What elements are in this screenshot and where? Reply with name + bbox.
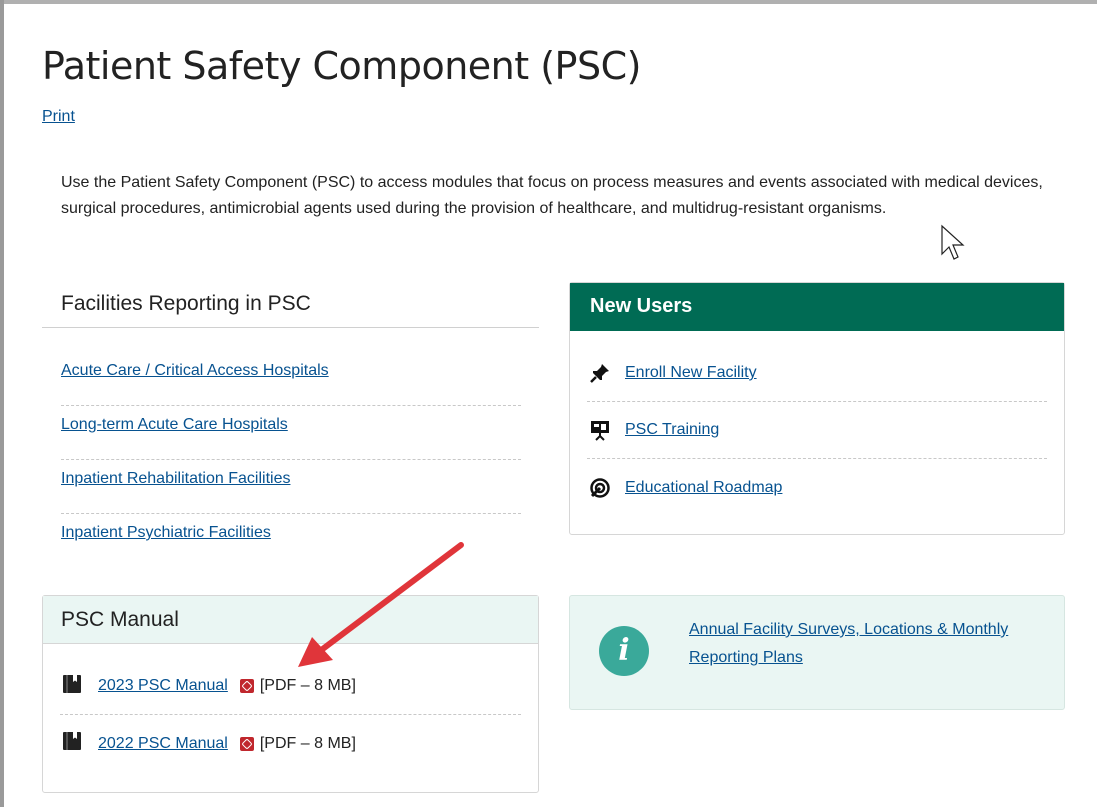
annual-surveys-card: i Annual Facility Surveys, Locations & M… bbox=[569, 595, 1065, 710]
facilities-list: Acute Care / Critical Access Hospitals L… bbox=[61, 352, 521, 568]
psc-training-link[interactable]: PSC Training bbox=[625, 421, 719, 439]
list-item: Acute Care / Critical Access Hospitals bbox=[61, 352, 521, 406]
presentation-icon bbox=[589, 419, 611, 441]
manual-2023-link[interactable]: 2023 PSC Manual bbox=[98, 677, 228, 695]
file-size-label: [PDF – 8 MB] bbox=[259, 677, 356, 694]
pdf-icon bbox=[239, 736, 254, 751]
educational-roadmap-link[interactable]: Educational Roadmap bbox=[625, 479, 782, 497]
list-item: PSC Training bbox=[587, 402, 1047, 459]
list-item: 2022 PSC Manual [PDF – 8 MB] bbox=[60, 715, 521, 772]
info-icon: i bbox=[599, 626, 649, 676]
facility-link-long-term-acute-care[interactable]: Long-term Acute Care Hospitals bbox=[61, 416, 288, 433]
list-item: Inpatient Psychiatric Facilities bbox=[61, 514, 521, 568]
facilities-divider bbox=[42, 327, 539, 328]
pdf-icon bbox=[239, 679, 254, 693]
psc-manual-list: 2023 PSC Manual [PDF – 8 MB] 2022 PSC Ma… bbox=[60, 658, 521, 772]
list-item: Educational Roadmap bbox=[587, 459, 1047, 516]
list-item: Inpatient Rehabilitation Facilities bbox=[61, 460, 521, 514]
psc-manual-card: PSC Manual 2023 PSC Manual [PDF – 8 MB] … bbox=[42, 595, 539, 793]
enroll-new-facility-link[interactable]: Enroll New Facility bbox=[625, 364, 757, 382]
list-item: Enroll New Facility bbox=[587, 345, 1047, 402]
new-users-heading: New Users bbox=[570, 283, 1064, 331]
list-item: 2023 PSC Manual [PDF – 8 MB] bbox=[60, 658, 521, 715]
facilities-heading: Facilities Reporting in PSC bbox=[61, 292, 311, 315]
page-title: Patient Safety Component (PSC) bbox=[42, 44, 641, 88]
intro-paragraph: Use the Patient Safety Component (PSC) t… bbox=[61, 174, 1043, 217]
window-frame-top bbox=[0, 0, 1097, 4]
new-users-card: New Users Enroll New Facility PSC Traini… bbox=[569, 282, 1065, 535]
annual-surveys-link[interactable]: Annual Facility Surveys, Locations & Mon… bbox=[689, 616, 1029, 672]
print-link[interactable]: Print bbox=[42, 108, 75, 126]
file-size-label: [PDF – 8 MB] bbox=[259, 734, 356, 752]
facility-link-inpatient-psychiatric[interactable]: Inpatient Psychiatric Facilities bbox=[61, 524, 271, 541]
book-icon bbox=[62, 731, 98, 756]
roadmap-icon bbox=[589, 477, 611, 499]
pushpin-icon bbox=[589, 362, 611, 384]
new-users-list: Enroll New Facility PSC Training Educati… bbox=[587, 345, 1047, 516]
list-item: Long-term Acute Care Hospitals bbox=[61, 406, 521, 460]
manual-2022-link[interactable]: 2022 PSC Manual bbox=[98, 735, 228, 753]
psc-manual-heading: PSC Manual bbox=[43, 596, 538, 644]
window-frame-left bbox=[0, 0, 4, 807]
facility-link-acute-care[interactable]: Acute Care / Critical Access Hospitals bbox=[61, 362, 329, 379]
book-icon bbox=[62, 674, 98, 699]
facility-link-inpatient-rehab[interactable]: Inpatient Rehabilitation Facilities bbox=[61, 470, 290, 487]
mouse-cursor-icon bbox=[941, 224, 965, 260]
